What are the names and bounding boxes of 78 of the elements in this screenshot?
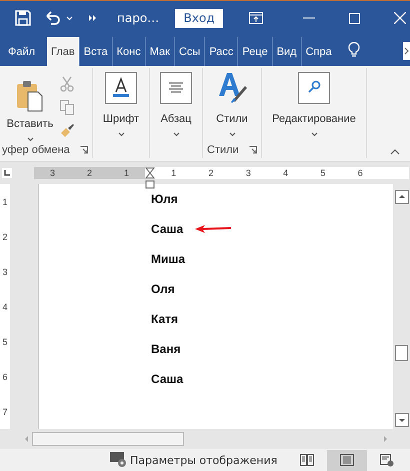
ruler-number: 2: [208, 167, 214, 179]
styles-button[interactable]: Стили: [216, 113, 248, 125]
ribbon-tab[interactable]: Расс: [204, 37, 238, 66]
collapse-ribbon-icon[interactable]: [390, 149, 400, 155]
ruler-number: 7: [2, 406, 8, 416]
book-icon: [300, 454, 314, 466]
font-color-icon[interactable]: [105, 72, 137, 104]
align-center-icon[interactable]: [160, 72, 192, 104]
ruler-number: 3: [2, 266, 8, 276]
caret-icon[interactable]: [26, 137, 34, 142]
ribbon-tab[interactable]: Спра: [300, 37, 336, 66]
undo-icon[interactable]: [45, 11, 61, 25]
more-icon[interactable]: [89, 15, 97, 21]
styles-icon[interactable]: [217, 72, 247, 104]
scroll-thumb[interactable]: [32, 432, 184, 446]
ruler-number: 6: [358, 167, 363, 179]
document-text: Саша: [151, 372, 184, 386]
scroll-down-icon[interactable]: [394, 413, 408, 427]
print-layout-button[interactable]: [327, 450, 368, 470]
search-icon[interactable]: [298, 72, 330, 104]
ribbon-group-button[interactable]: Шрифт: [102, 113, 140, 125]
ruler-number: 3: [246, 167, 251, 179]
indent-marker-icon[interactable]: [145, 167, 155, 189]
ribbon-tab[interactable]: Вста: [78, 37, 112, 66]
ruler-number: 5: [320, 167, 326, 179]
ruler-number: 1: [2, 196, 8, 206]
lightbulb-icon[interactable]: [348, 42, 360, 58]
paste-button[interactable]: Вставить: [6, 118, 54, 130]
save-icon[interactable]: [15, 10, 31, 26]
scroll-up-icon[interactable]: [394, 190, 408, 204]
caret-icon[interactable]: [118, 132, 124, 137]
group-label: Стили: [207, 144, 239, 156]
ruler-number: 4: [283, 167, 288, 179]
dialog-launcher-icon[interactable]: [249, 146, 257, 154]
ruler-number: 1: [124, 167, 129, 179]
ribbon-tab[interactable]: Мак: [144, 37, 174, 66]
close-icon[interactable]: [394, 12, 406, 24]
document-text: Ваня: [151, 342, 181, 356]
display-settings-icon[interactable]: [110, 452, 128, 468]
tab-stop-icon[interactable]: [2, 168, 12, 178]
ribbon-group-button[interactable]: Редактирование: [272, 113, 356, 125]
ribbon-group-button[interactable]: Абзац: [160, 113, 192, 125]
clipboard-icon[interactable]: [16, 80, 44, 112]
caret-icon[interactable]: [228, 132, 236, 137]
brush-icon[interactable]: [60, 123, 75, 138]
dialog-launcher-icon[interactable]: [80, 146, 88, 154]
page-icon: [340, 454, 354, 466]
ruler-number: 2: [86, 167, 92, 179]
ruler-number: 6: [2, 372, 8, 382]
ruler-number: 1: [171, 167, 176, 179]
ribbon-tab[interactable]: Реце: [237, 37, 272, 66]
ribbon-tab[interactable]: Глав: [47, 37, 79, 66]
display-settings-button[interactable]: Параметры отображения: [128, 454, 278, 466]
scroll-right-icon[interactable]: [403, 42, 410, 60]
ruler-number: 4: [2, 302, 8, 312]
ruler-number: 2: [2, 232, 8, 242]
document-text: Саша: [151, 222, 184, 236]
ribbon-tab[interactable]: Вид: [272, 37, 301, 66]
document-text: Катя: [151, 312, 178, 326]
ribbon-tab[interactable]: Ссы: [174, 37, 204, 66]
group-label: уфер обмена: [2, 144, 70, 156]
web-page-icon: [380, 454, 394, 466]
ribbon-tab[interactable]: Конс: [112, 37, 145, 66]
ruler-number: 5: [2, 336, 8, 346]
ribbon-display-icon[interactable]: [249, 12, 264, 24]
document-text: Юля: [151, 192, 178, 206]
caret-icon[interactable]: [310, 132, 318, 137]
ruler-number: 3: [50, 167, 55, 179]
ribbon-tab[interactable]: Файл: [0, 37, 48, 66]
arrow-icon: [195, 224, 232, 234]
document-text: Миша: [151, 252, 186, 266]
maximize-icon[interactable]: [349, 12, 360, 24]
signin-button[interactable]: Вход: [175, 8, 224, 28]
caret-icon[interactable]: [172, 132, 180, 137]
minimize-icon[interactable]: [303, 17, 316, 19]
document-text: Оля: [151, 282, 175, 296]
document-title: паро…: [117, 11, 160, 25]
scroll-thumb[interactable]: [395, 345, 408, 361]
